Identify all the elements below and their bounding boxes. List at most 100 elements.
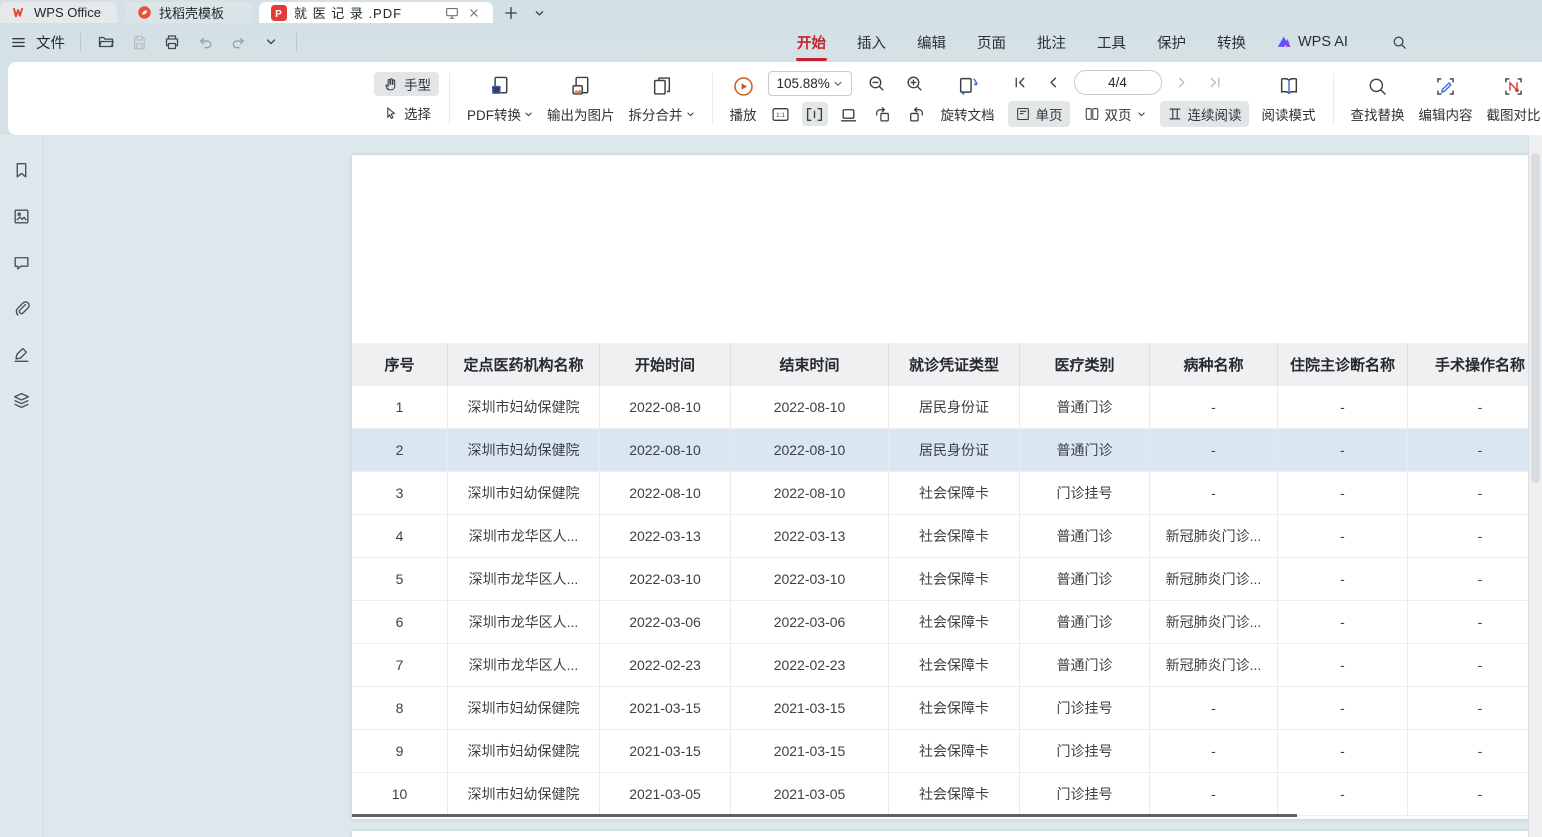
table-cell: - — [1408, 472, 1542, 514]
tab-wps-office[interactable]: WPS Office — [0, 2, 117, 23]
table-cell: 深圳市龙华区人... — [448, 558, 600, 600]
menu-protect[interactable]: 保护 — [1156, 28, 1187, 57]
rotate-document-button[interactable]: 旋转文档 — [934, 73, 1002, 124]
table-cell: 普通门诊 — [1020, 601, 1150, 643]
menu-page[interactable]: 页面 — [976, 28, 1007, 57]
menu-insert[interactable]: 插入 — [856, 28, 887, 57]
left-panel-bar — [0, 135, 44, 837]
zoom-level-dropdown[interactable]: 105.88% — [768, 71, 852, 96]
read-mode-button[interactable]: 阅读模式 — [1255, 73, 1323, 124]
table-row: 8深圳市妇幼保健院2021-03-152021-03-15社会保障卡门诊挂号--… — [352, 687, 1542, 730]
rotate-right-icon — [907, 105, 926, 124]
tab-document-pdf[interactable]: P 就 医 记 录 .PDF — [259, 2, 493, 23]
bookmarks-panel-button[interactable] — [9, 157, 35, 183]
window-tab-bar: WPS Office 找稻壳模板 P 就 医 记 录 .PDF — [0, 0, 1542, 23]
play-button[interactable]: 播放 — [723, 73, 764, 124]
continuous-reading-button[interactable]: 连续阅读 — [1160, 101, 1249, 127]
signature-panel-button[interactable] — [9, 341, 35, 367]
file-menu[interactable]: 文件 — [36, 32, 65, 53]
fit-page-icon — [839, 105, 858, 124]
table-cell: 社会保障卡 — [889, 687, 1020, 729]
last-page-button[interactable] — [1202, 71, 1228, 95]
pdf-convert-button[interactable]: W PDF转换 — [460, 73, 540, 124]
close-tab-icon[interactable] — [467, 6, 481, 20]
comments-panel-button[interactable] — [9, 249, 35, 275]
table-cell: 2022-02-23 — [731, 644, 889, 686]
svg-text:W: W — [493, 87, 500, 94]
table-row: 4深圳市龙华区人...2022-03-132022-03-13社会保障卡普通门诊… — [352, 515, 1542, 558]
single-page-button[interactable]: 单页 — [1008, 101, 1070, 127]
menu-annotate[interactable]: 批注 — [1036, 28, 1067, 57]
menu-tools[interactable]: 工具 — [1096, 28, 1127, 57]
undo-button[interactable] — [193, 30, 217, 54]
svg-text:P: P — [275, 9, 283, 20]
table-cell: 普通门诊 — [1020, 644, 1150, 686]
table-cell: 普通门诊 — [1020, 386, 1150, 428]
zoom-in-button[interactable] — [902, 72, 928, 96]
print-button[interactable] — [160, 30, 184, 54]
hand-tool-button[interactable]: 手型 — [374, 72, 439, 96]
menu-edit[interactable]: 编辑 — [916, 28, 947, 57]
fit-width-button[interactable] — [802, 102, 828, 126]
menu-convert[interactable]: 转换 — [1216, 28, 1247, 57]
layers-panel-button[interactable] — [9, 387, 35, 413]
thumbnails-panel-button[interactable] — [9, 203, 35, 229]
new-tab-button[interactable] — [501, 3, 521, 23]
split-merge-button[interactable]: 拆分合并 — [622, 73, 702, 124]
table-cell: 2 — [352, 429, 448, 471]
single-page-icon — [1015, 106, 1031, 122]
scrollbar-thumb[interactable] — [1531, 153, 1540, 483]
rotate-right-button[interactable] — [904, 102, 930, 126]
edit-content-button[interactable]: 编辑内容 — [1412, 73, 1480, 124]
table-cell: 新冠肺炎门诊... — [1150, 644, 1278, 686]
menu-search-button[interactable] — [1391, 34, 1408, 51]
table-row: 7深圳市龙华区人...2022-02-232022-02-23社会保障卡普通门诊… — [352, 644, 1542, 687]
actual-size-button[interactable]: 1:1 — [768, 102, 794, 126]
table-cell: 深圳市妇幼保健院 — [448, 429, 600, 471]
select-tool-button[interactable]: 选择 — [374, 101, 439, 125]
tab-label: WPS Office — [34, 5, 101, 20]
vertical-scrollbar[interactable] — [1528, 135, 1542, 837]
column-header: 开始时间 — [600, 343, 731, 386]
find-replace-button[interactable]: 查找替换 — [1344, 73, 1412, 124]
table-cell: - — [1150, 730, 1278, 772]
table-cell: - — [1278, 601, 1408, 643]
menu-home[interactable]: 开始 — [796, 28, 827, 57]
table-cell: 深圳市妇幼保健院 — [448, 687, 600, 729]
rotate-left-button[interactable] — [870, 102, 896, 126]
quick-access-dropdown[interactable] — [259, 30, 283, 54]
tab-docer-templates[interactable]: 找稻壳模板 — [125, 2, 252, 23]
next-page-icon — [1173, 74, 1190, 91]
prev-page-button[interactable] — [1041, 71, 1067, 95]
column-header: 就诊凭证类型 — [889, 343, 1020, 386]
double-page-button[interactable]: 双页 — [1077, 101, 1153, 127]
page-number-input[interactable]: 4/4 — [1074, 70, 1162, 95]
table-cell: 2021-03-15 — [600, 730, 731, 772]
save-button[interactable] — [127, 30, 151, 54]
tab-list-dropdown[interactable] — [529, 3, 549, 23]
redo-button[interactable] — [226, 30, 250, 54]
double-page-icon — [1084, 106, 1100, 122]
next-page-button[interactable] — [1169, 71, 1195, 95]
open-file-button[interactable] — [94, 30, 118, 54]
table-cell: 居民身份证 — [889, 429, 1020, 471]
menu-wps-ai[interactable]: WPS AI — [1276, 34, 1348, 50]
zoom-out-button[interactable] — [864, 72, 890, 96]
pdf-page[interactable]: 序号定点医药机构名称开始时间结束时间就诊凭证类型医疗类别病种名称住院主诊断名称手… — [352, 155, 1542, 819]
table-cell: 社会保障卡 — [889, 644, 1020, 686]
table-cell: 2022-02-23 — [600, 644, 731, 686]
fit-width-icon — [805, 105, 824, 124]
chevron-down-icon — [524, 110, 533, 119]
fit-page-button[interactable] — [836, 102, 862, 126]
attachments-panel-button[interactable] — [9, 295, 35, 321]
monitor-icon[interactable] — [444, 5, 460, 21]
first-page-button[interactable] — [1008, 71, 1034, 95]
table-cell: 深圳市龙华区人... — [448, 515, 600, 557]
screenshot-compare-button[interactable]: 截图对比 — [1480, 73, 1542, 124]
redo-icon — [230, 34, 247, 51]
table-cell: 5 — [352, 558, 448, 600]
table-row: 2深圳市妇幼保健院2022-08-102022-08-10居民身份证普通门诊--… — [352, 429, 1542, 472]
main-menu-icon[interactable] — [10, 34, 27, 51]
export-image-button[interactable]: 输出为图片 — [540, 73, 622, 124]
book-icon — [1278, 75, 1300, 97]
